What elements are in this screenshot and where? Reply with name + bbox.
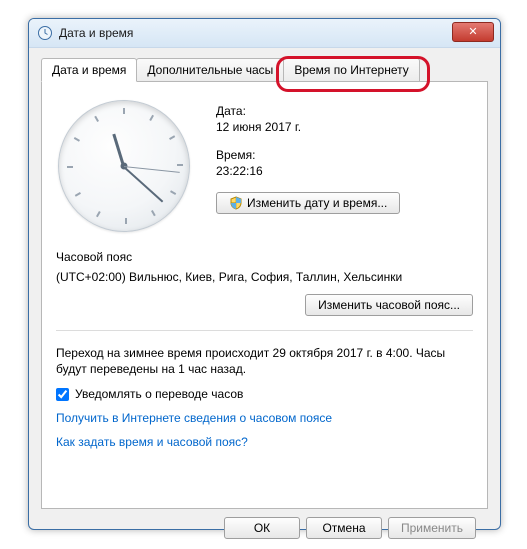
timezone-info-link[interactable]: Получить в Интернете сведения о часовом … — [56, 411, 332, 425]
tab-date-time[interactable]: Дата и время — [41, 58, 137, 82]
help-link[interactable]: Как задать время и часовой пояс? — [56, 435, 248, 449]
cancel-button[interactable]: Отмена — [306, 517, 382, 539]
dialog-button-bar: ОК Отмена Применить — [41, 509, 488, 539]
tab-additional-clocks[interactable]: Дополнительные часы — [136, 58, 284, 82]
shield-icon — [229, 196, 243, 210]
timezone-header: Часовой пояс — [56, 250, 473, 264]
time-value: 23:22:16 — [216, 164, 400, 178]
window-title: Дата и время — [59, 26, 133, 40]
timezone-value: (UTC+02:00) Вильнюс, Киев, Рига, София, … — [56, 270, 473, 284]
date-time-dialog: Дата и время ✕ Дата и время Дополнительн… — [28, 18, 501, 530]
change-timezone-button[interactable]: Изменить часовой пояс... — [305, 294, 473, 316]
titlebar[interactable]: Дата и время ✕ — [29, 19, 500, 48]
tabstrip: Дата и время Дополнительные часы Время п… — [41, 58, 488, 82]
hour-hand — [112, 134, 125, 168]
ok-button[interactable]: ОК — [224, 517, 300, 539]
divider — [56, 330, 473, 331]
minute-hand — [123, 166, 163, 202]
change-date-time-label: Изменить дату и время... — [247, 196, 387, 210]
tab-internet-time[interactable]: Время по Интернету — [283, 58, 419, 82]
change-date-time-button[interactable]: Изменить дату и время... — [216, 192, 400, 214]
notify-dst-label[interactable]: Уведомлять о переводе часов — [75, 387, 243, 401]
time-label: Время: — [216, 148, 400, 162]
date-label: Дата: — [216, 104, 400, 118]
apply-button[interactable]: Применить — [388, 517, 476, 539]
clock-icon — [37, 25, 53, 41]
second-hand — [124, 166, 180, 173]
analog-clock — [58, 100, 190, 232]
close-icon: ✕ — [468, 27, 477, 38]
close-button[interactable]: ✕ — [452, 22, 494, 42]
date-value: 12 июня 2017 г. — [216, 120, 400, 134]
dst-info-text: Переход на зимнее время происходит 29 ок… — [56, 345, 473, 377]
tab-panel: Дата: 12 июня 2017 г. Время: 23:22:16 Из… — [41, 81, 488, 509]
notify-dst-checkbox[interactable] — [56, 388, 69, 401]
